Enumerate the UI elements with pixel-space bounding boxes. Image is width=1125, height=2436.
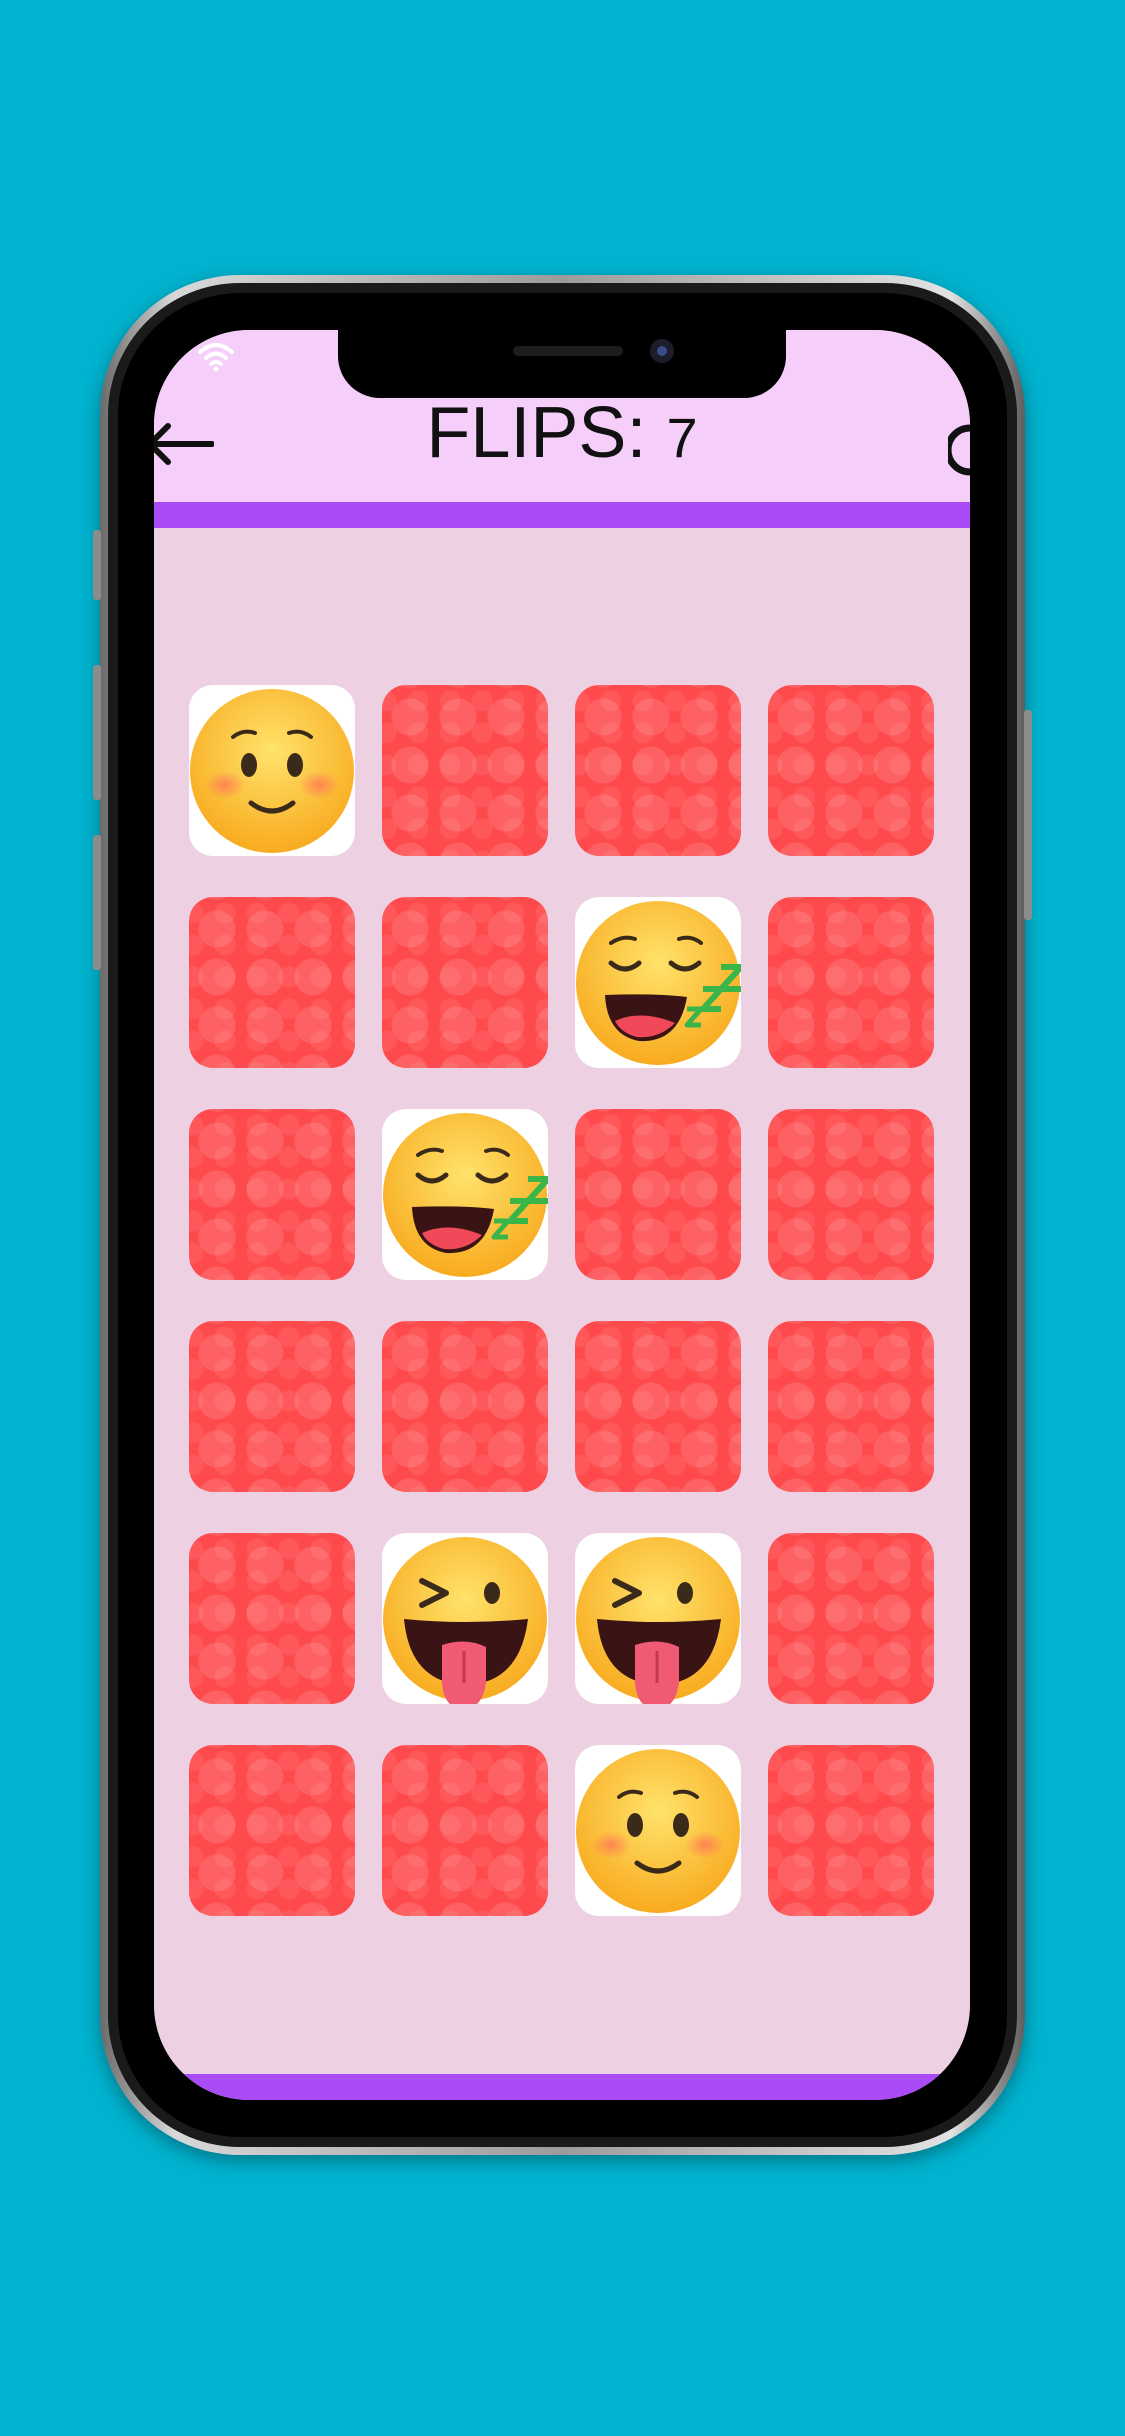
card-back[interactable] <box>189 1745 355 1916</box>
card-back[interactable] <box>189 1533 355 1704</box>
winking-tongue-face-icon <box>383 1537 547 1704</box>
speaker <box>513 346 623 356</box>
card-face-sleeping-face[interactable] <box>382 1109 548 1280</box>
flip-count: 7 <box>666 406 698 469</box>
flips-counter: FLIPS: 7 <box>154 392 970 474</box>
card-back[interactable] <box>382 897 548 1068</box>
footer-bar <box>154 2074 970 2100</box>
card-face-winking-tongue-face[interactable] <box>382 1533 548 1704</box>
flips-label: FLIPS: <box>426 393 647 473</box>
card-back[interactable] <box>575 1109 741 1280</box>
winking-tongue-face-icon <box>576 1537 740 1704</box>
card-back[interactable] <box>575 685 741 856</box>
card-back[interactable] <box>768 1533 934 1704</box>
front-camera <box>650 339 674 363</box>
card-back[interactable] <box>768 685 934 856</box>
volume-up-button <box>93 665 101 800</box>
card-back[interactable] <box>189 897 355 1068</box>
app-screen: FLIPS: 7 <box>154 330 970 2100</box>
card-back[interactable] <box>189 1109 355 1280</box>
silent-switch <box>93 530 101 600</box>
card-back[interactable] <box>382 1321 548 1492</box>
header-divider-bar <box>154 502 970 528</box>
power-button <box>1024 710 1032 920</box>
smiling-blush-face-icon <box>190 689 354 853</box>
sleeping-face-icon <box>383 1113 548 1277</box>
card-back[interactable] <box>768 1745 934 1916</box>
card-back[interactable] <box>382 1745 548 1916</box>
reset-icon[interactable] <box>948 420 970 480</box>
wifi-icon <box>198 343 234 372</box>
smiling-blush-face-icon <box>576 1749 740 1913</box>
sleeping-face-icon <box>576 901 741 1065</box>
card-face-smiling-blush-face[interactable] <box>575 1745 741 1916</box>
card-back[interactable] <box>768 1321 934 1492</box>
card-back[interactable] <box>382 685 548 856</box>
card-face-winking-tongue-face[interactable] <box>575 1533 741 1704</box>
card-back[interactable] <box>575 1321 741 1492</box>
card-back[interactable] <box>768 897 934 1068</box>
notch <box>338 330 786 398</box>
card-face-sleeping-face[interactable] <box>575 897 741 1068</box>
card-back[interactable] <box>189 1321 355 1492</box>
card-back[interactable] <box>768 1109 934 1280</box>
card-face-smiling-blush-face[interactable] <box>189 685 355 856</box>
volume-down-button <box>93 835 101 970</box>
